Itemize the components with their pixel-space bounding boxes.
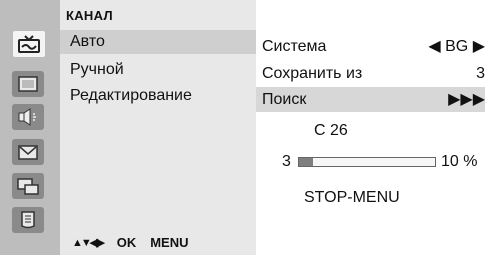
search-start-icon[interactable]: ▶▶▶ <box>448 87 485 112</box>
screen-icon[interactable] <box>12 207 44 233</box>
channel-tv-icon[interactable] <box>12 30 46 58</box>
sound-icon[interactable] <box>12 104 44 130</box>
system-row[interactable]: Система ◀ BG ▶ <box>256 34 485 59</box>
store-from-row[interactable]: Сохранить из 3 <box>256 61 485 86</box>
special-icon[interactable] <box>12 173 44 199</box>
progress-bar-fill <box>299 158 313 166</box>
tv-osd-screen: КАНАЛ Авто Ручной Редактирование ▲▼◀▶ OK… <box>0 0 485 255</box>
menu-hint: MENU <box>150 235 189 250</box>
menu-item-edit[interactable]: Редактирование <box>60 84 256 108</box>
store-from-label: Сохранить из <box>262 65 363 82</box>
auto-search-panel: Система ◀ BG ▶ Сохранить из 3 Поиск ▶▶▶ … <box>256 0 485 255</box>
current-channel: C 26 <box>314 122 348 139</box>
search-label: Поиск <box>262 91 307 108</box>
ok-hint: OK <box>116 235 137 250</box>
navigation-hint-bar: ▲▼◀▶ OK MENU <box>60 230 256 255</box>
menu-item-auto[interactable]: Авто <box>60 30 256 54</box>
menu-icon-rail <box>0 0 60 255</box>
system-value[interactable]: ◀ BG ▶ <box>428 34 485 59</box>
arrow-keys-icon: ▲▼◀▶ <box>72 237 105 249</box>
progress-percent: 10 % <box>441 153 478 170</box>
progress-bar <box>298 157 436 167</box>
progress-channel-number: 3 <box>282 153 291 170</box>
left-menu-panel: КАНАЛ Авто Ручной Редактирование ▲▼◀▶ OK… <box>0 0 256 255</box>
store-from-value[interactable]: 3 <box>476 61 485 86</box>
time-icon[interactable] <box>12 139 44 165</box>
menu-title: КАНАЛ <box>66 8 113 23</box>
search-progress: 3 10 % <box>256 153 485 173</box>
stop-menu-hint: STOP-MENU <box>304 189 400 206</box>
picture-icon[interactable] <box>12 71 44 97</box>
search-row[interactable]: Поиск ▶▶▶ <box>256 87 485 112</box>
menu-item-manual[interactable]: Ручной <box>60 58 256 82</box>
system-label: Система <box>262 38 327 55</box>
